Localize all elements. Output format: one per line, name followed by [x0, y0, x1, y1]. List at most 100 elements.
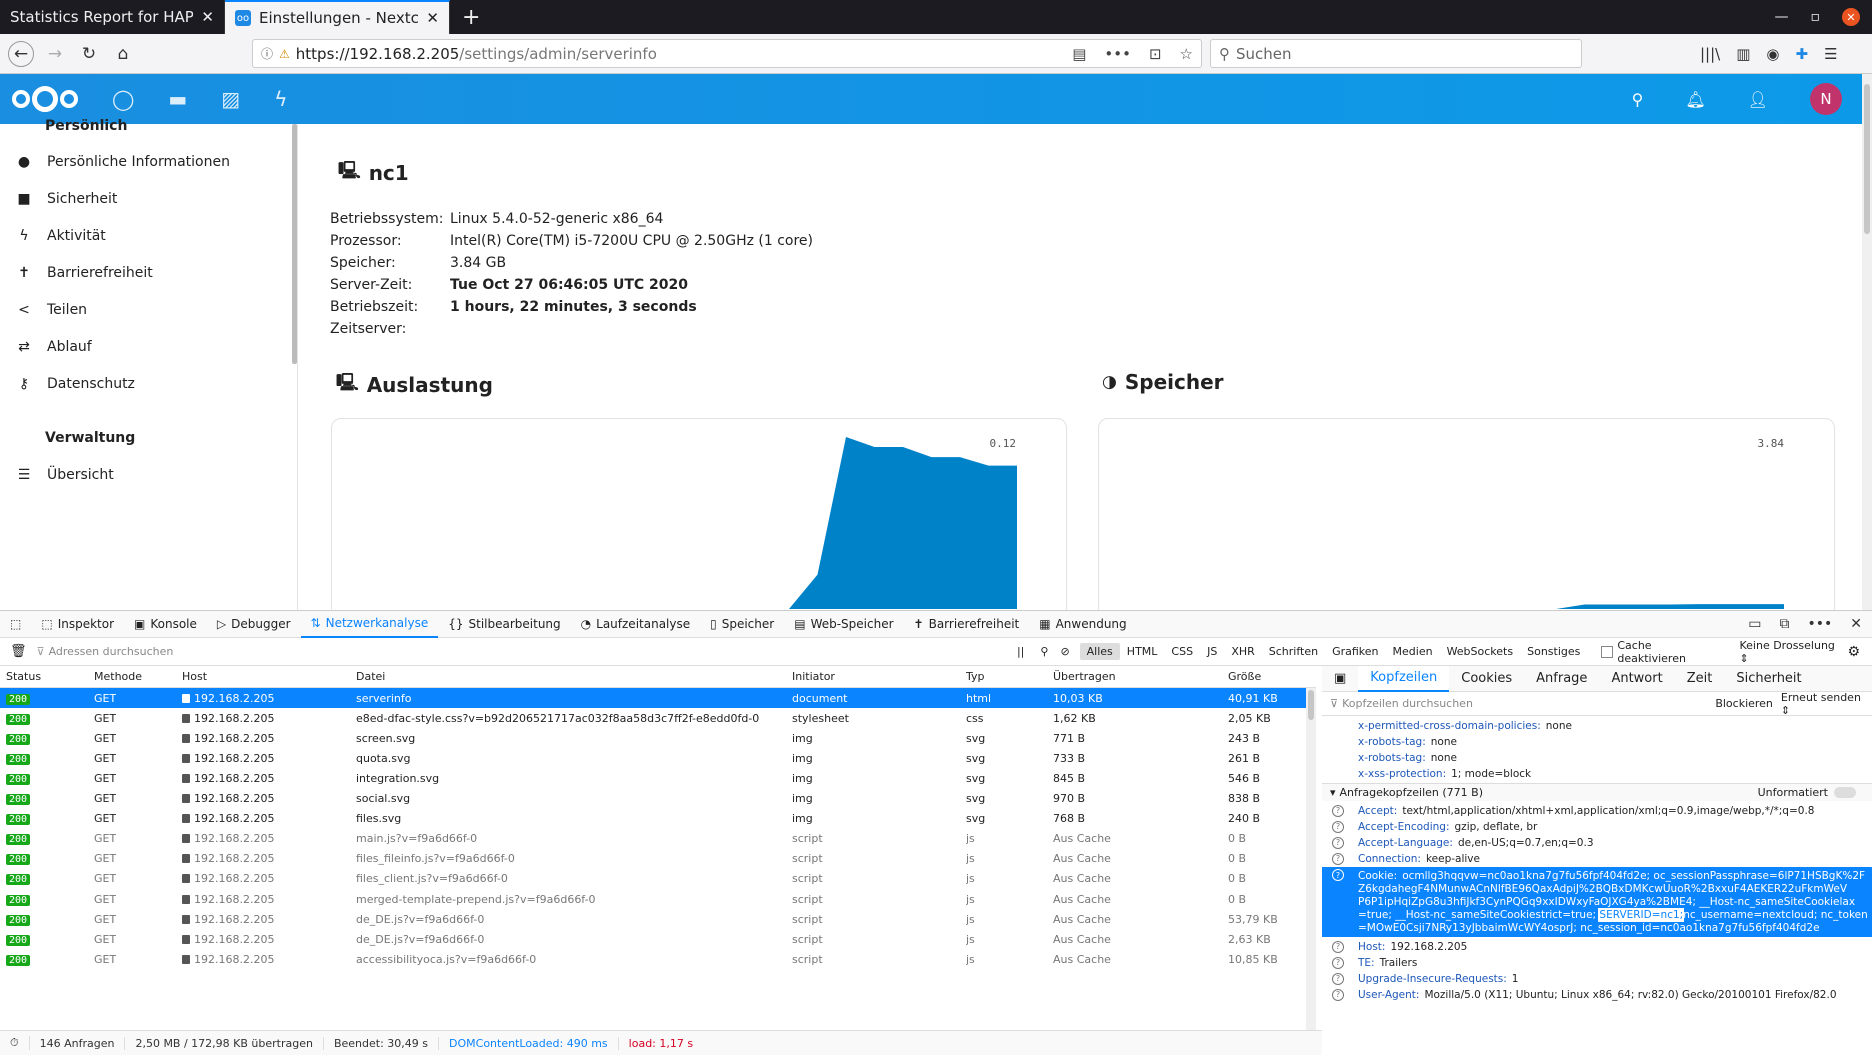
menu-icon[interactable]: ☰ — [1824, 45, 1837, 63]
insecure-lock-icon[interactable]: ⚠ — [279, 47, 290, 61]
col-size[interactable]: Größe — [1228, 670, 1261, 683]
tab-application[interactable]: ▦ Anwendung — [1029, 610, 1136, 638]
tab-headers[interactable]: Kopfzeilen — [1358, 665, 1450, 692]
filter-other[interactable]: Sonstiges — [1520, 643, 1587, 660]
header-row[interactable]: x-xss-protection: 1; mode=block — [1322, 766, 1862, 782]
help-icon[interactable]: ? — [1332, 941, 1344, 953]
table-row[interactable]: 200 GET 192.168.2.205 files_client.js?v=f9a… — [0, 869, 1316, 889]
filter-all[interactable]: Alles — [1079, 643, 1120, 660]
sidebar-icon[interactable]: ▥ — [1736, 45, 1750, 63]
table-row[interactable]: 200 GET 192.168.2.205 files_fileinfo.js?v=f… — [0, 848, 1316, 869]
tab-security[interactable]: Sicherheit — [1724, 666, 1813, 692]
help-icon[interactable]: ? — [1332, 805, 1344, 817]
help-icon[interactable]: ? — [1332, 821, 1344, 833]
notifications-icon[interactable]: 🔔︎ — [1685, 90, 1705, 109]
tab-response[interactable]: Antwort — [1599, 666, 1674, 692]
filter-xhr[interactable]: XHR — [1224, 643, 1261, 660]
table-row[interactable]: 200 GET 192.168.2.205 social.svg img svg 970 B… — [0, 789, 1316, 809]
element-picker-icon[interactable]: ⬚ — [0, 610, 31, 638]
url-bar[interactable]: ⓘ ⚠ https://192.168.2.205/settings/admin… — [252, 39, 1202, 68]
throttling-select[interactable]: Keine Drosselung ⇕ — [1739, 639, 1847, 665]
table-row[interactable]: 200 GET 192.168.2.205 files.svg img svg 768 B 2… — [0, 808, 1316, 829]
filter-media[interactable]: Medien — [1386, 643, 1440, 660]
resend-button[interactable]: Erneut senden ⇕ — [1781, 691, 1872, 717]
browser-tab-haproxy[interactable]: Statistics Report for HAProx ✕ — [0, 0, 225, 34]
avatar[interactable]: N — [1810, 83, 1842, 115]
table-row[interactable]: 200 GET 192.168.2.205 accessibilityoca.js?v… — [0, 949, 1316, 969]
sidebar-item-security[interactable]: ■ Sicherheit — [15, 191, 117, 207]
responsive-mode-icon[interactable]: ▭ — [1748, 616, 1761, 632]
header-row[interactable]: Accept: text/html,application/xhtml+xml,a… — [1322, 803, 1862, 819]
tab-performance[interactable]: ◔ Laufzeitanalyse — [571, 610, 700, 638]
table-row[interactable]: 200 GET 192.168.2.205 de_DE.js?v=f9a6d66f-0… — [0, 929, 1316, 950]
header-row[interactable]: Connection: keep-alive? — [1322, 851, 1862, 867]
header-row[interactable]: x-permitted-cross-domain-policies: none — [1322, 718, 1862, 734]
filter-html[interactable]: HTML — [1120, 643, 1165, 660]
close-tab-icon[interactable]: ✕ — [426, 9, 439, 27]
col-file[interactable]: Datei — [356, 670, 385, 683]
tab-memory[interactable]: ▯ Speicher — [700, 610, 784, 638]
table-row[interactable]: 200 GET 192.168.2.205 screen.svg img svg 771 B… — [0, 728, 1316, 749]
filter-js[interactable]: JS — [1200, 643, 1224, 660]
contacts-icon[interactable]: 👤︎ — [1748, 90, 1768, 109]
table-row[interactable]: 200 GET 192.168.2.205 de_DE.js?v=f9a6d66f-0… — [0, 909, 1316, 929]
header-row[interactable]: Accept-Language: de,en-US;q=0.7,en;q=0.3? — [1322, 835, 1862, 851]
url-filter-input[interactable]: Adressen durchsuchen — [49, 645, 1007, 658]
browser-tab-nextcloud[interactable]: oo Einstellungen - Nextclou ✕ — [225, 0, 450, 34]
window-close-icon[interactable]: ✕ — [1842, 8, 1860, 26]
pocket-icon[interactable]: ⊡ — [1149, 45, 1162, 63]
table-scrollbar[interactable] — [1306, 688, 1316, 1030]
col-type[interactable]: Typ — [966, 670, 985, 683]
table-row[interactable]: 200 GET 192.168.2.205 serverinfo document htm… — [0, 688, 1316, 708]
help-icon[interactable]: ? — [1332, 853, 1344, 865]
help-icon[interactable]: ? — [1332, 837, 1344, 849]
help-icon[interactable]: ? — [1332, 989, 1344, 1001]
table-row[interactable]: 200 GET 192.168.2.205 main.js?v=f9a6d66f-0 s… — [0, 829, 1316, 849]
sidebar-item-sharing[interactable]: < Teilen — [15, 302, 87, 318]
activity-app-icon[interactable]: ϟ — [274, 87, 287, 111]
settings-gear-icon[interactable]: ⚙ — [1847, 644, 1872, 660]
raw-toggle[interactable] — [1834, 787, 1856, 798]
browser-search-field[interactable]: ⚲ Suchen — [1210, 39, 1582, 68]
maximize-icon[interactable]: ▫ — [1811, 9, 1821, 25]
header-row[interactable]: Accept-Encoding: gzip, deflate, br? — [1322, 819, 1862, 835]
help-icon[interactable]: ? — [1332, 957, 1344, 969]
new-tab-icon[interactable]: + — [450, 0, 492, 34]
sidebar-item-accessibility[interactable]: ✝ Barrierefreiheit — [15, 265, 153, 281]
site-info-icon[interactable]: ⓘ — [261, 45, 273, 62]
minimize-icon[interactable]: — — [1775, 9, 1789, 25]
cookie-header-row[interactable]: ? Cookie: ocmllg3hqqvw=nc0ao1kna7g7fu56fpf… — [1322, 867, 1872, 937]
dock-icon[interactable]: ⧉ — [1779, 616, 1789, 632]
devtools-menu-icon[interactable]: ••• — [1807, 616, 1832, 632]
sidebar-item-privacy[interactable]: ⚷ Datenschutz — [15, 376, 135, 392]
header-row[interactable]: x-robots-tag: none — [1322, 734, 1862, 750]
sidebar-item-activity[interactable]: ϟ Aktivität — [15, 228, 105, 244]
col-transferred[interactable]: Übertragen — [1053, 670, 1116, 683]
filter-fonts[interactable]: Schriften — [1262, 643, 1325, 660]
cache-checkbox[interactable] — [1601, 645, 1614, 658]
sidebar-item-personal-info[interactable]: ● Persönliche Informationen — [15, 154, 230, 170]
tab-request[interactable]: Anfrage — [1524, 666, 1599, 692]
block-icon[interactable]: ⊘ — [1054, 645, 1079, 658]
request-headers-section[interactable]: ▾ Anfragekopfzeilen (771 B) Unformatiert — [1322, 783, 1872, 801]
table-row[interactable]: 200 GET 192.168.2.205 integration.svg img svg… — [0, 768, 1316, 789]
close-tab-icon[interactable]: ✕ — [201, 8, 214, 26]
pause-icon[interactable]: || — [1007, 645, 1034, 658]
tab-console[interactable]: ▣ Konsole — [124, 610, 207, 638]
nextcloud-logo-icon[interactable] — [12, 86, 78, 112]
block-button[interactable]: Blockieren — [1715, 697, 1781, 710]
col-host[interactable]: Host — [182, 670, 207, 683]
tab-accessibility[interactable]: ✝ Barrierefreiheit — [904, 610, 1030, 638]
back-icon[interactable]: ← — [8, 40, 34, 67]
header-row[interactable]: User-Agent: Mozilla/5.0 (X11; Ubuntu; Lin… — [1322, 987, 1862, 1003]
header-row[interactable]: TE: Trailers? — [1322, 955, 1862, 971]
tab-storage[interactable]: ▤ Web-Speicher — [784, 610, 903, 638]
header-row[interactable]: Upgrade-Insecure-Requests: 1? — [1322, 971, 1862, 987]
col-initiator[interactable]: Initiator — [792, 670, 835, 683]
table-row[interactable]: 200 GET 192.168.2.205 quota.svg img svg 733 B 2… — [0, 748, 1316, 768]
header-row[interactable]: Host: 192.168.2.205? — [1322, 939, 1862, 955]
unified-search-icon[interactable]: ⚲ — [1632, 90, 1644, 109]
page-actions-icon[interactable]: ••• — [1104, 45, 1131, 63]
sidebar-item-flow[interactable]: ⇄ Ablauf — [15, 339, 92, 355]
tab-timings[interactable]: Zeit — [1675, 666, 1725, 692]
